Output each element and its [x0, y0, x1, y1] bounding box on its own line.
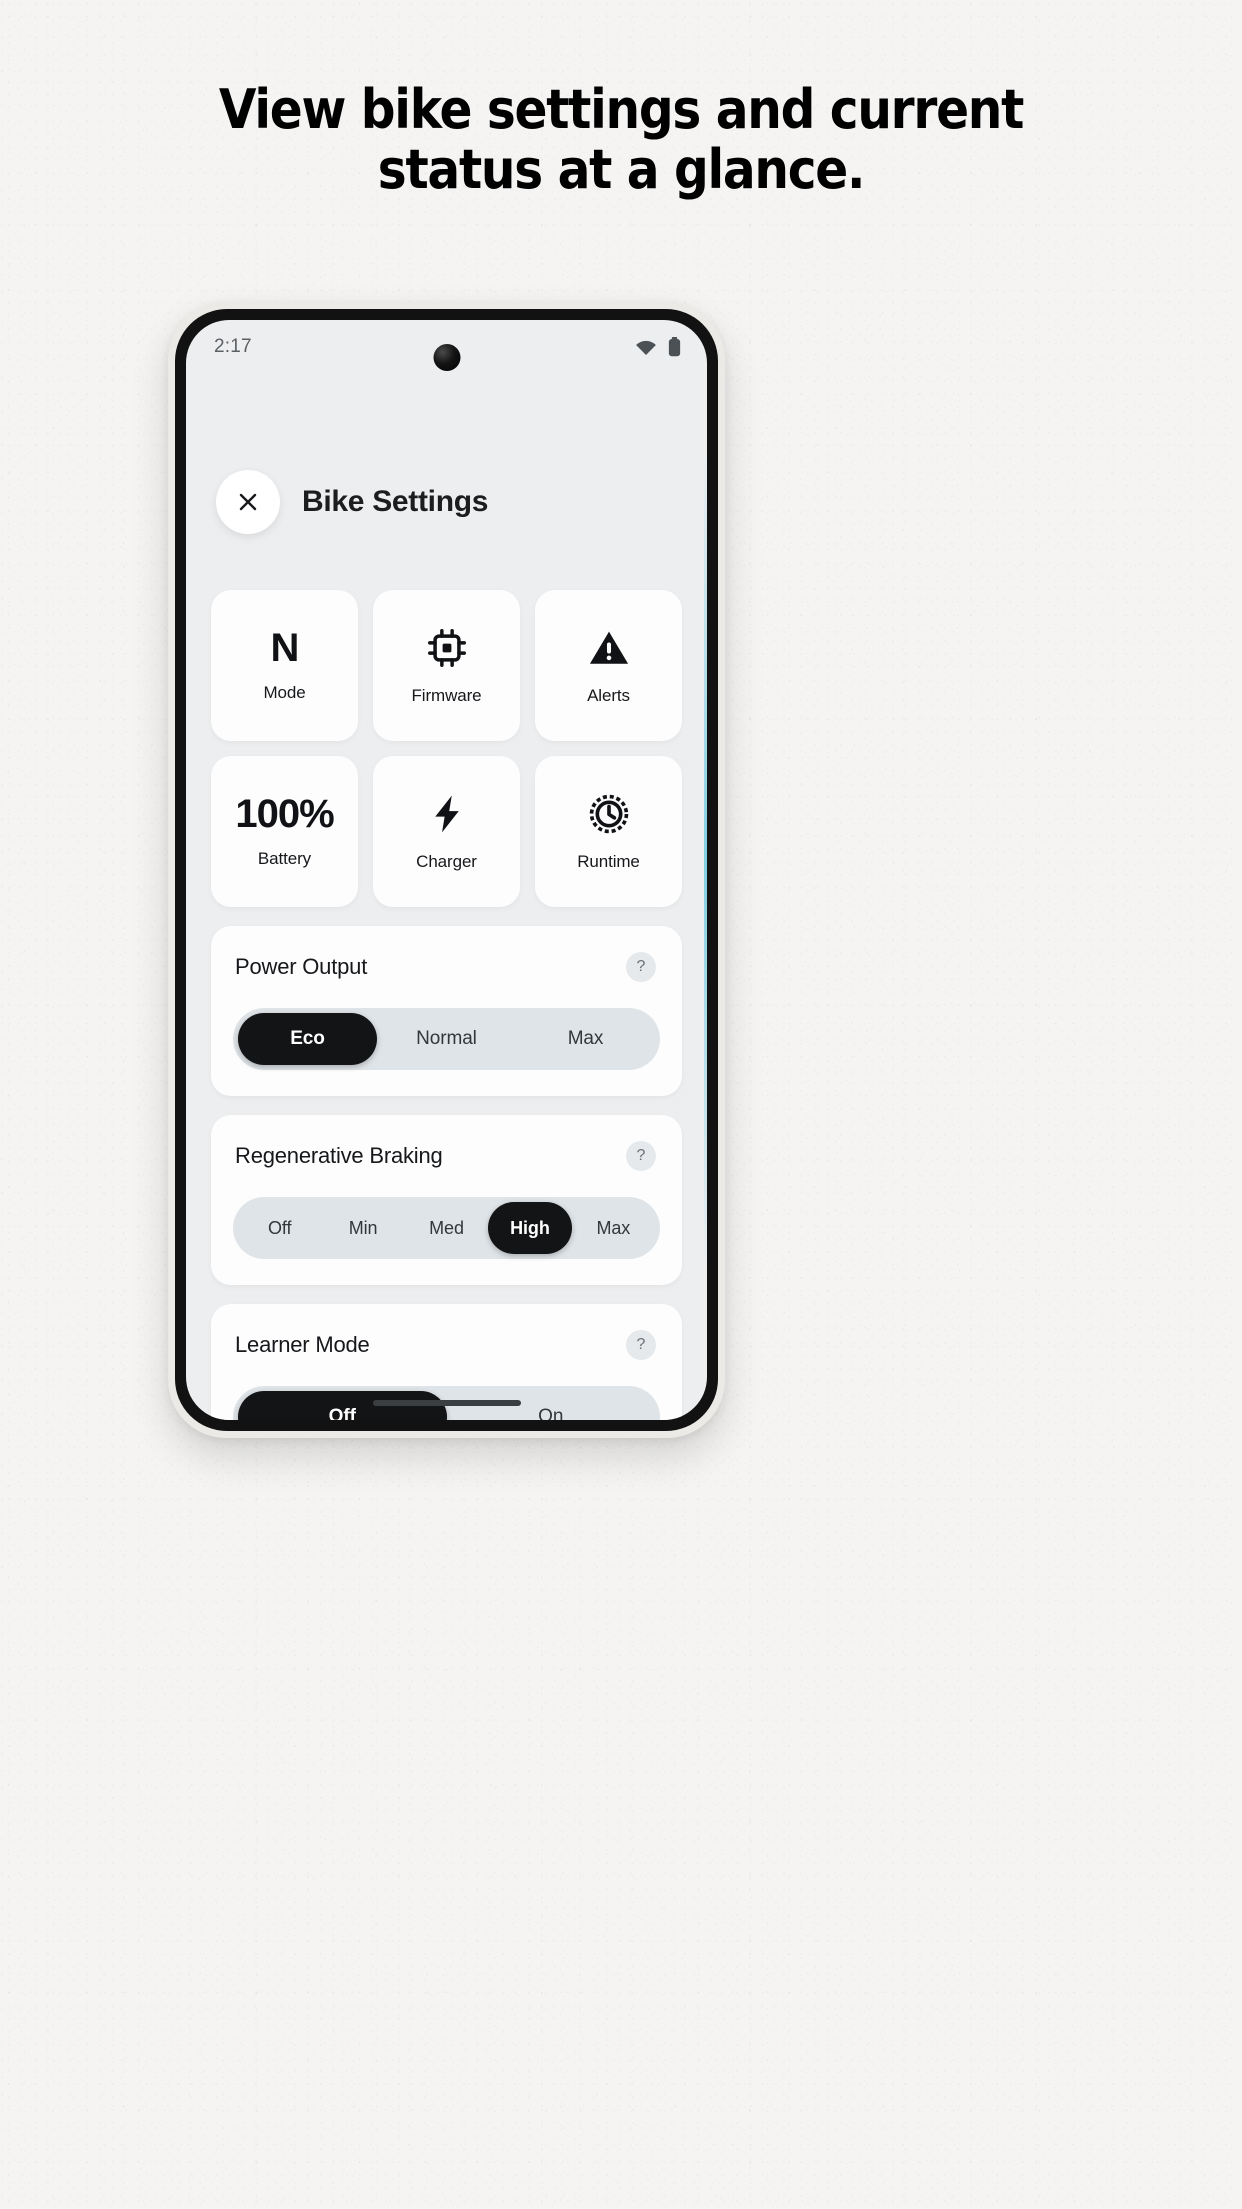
segment-normal[interactable]: Normal: [377, 1013, 516, 1065]
card-regenerative-braking: Regenerative Braking ? Off Min Med High …: [211, 1115, 682, 1285]
tile-label: Battery: [257, 849, 312, 868]
app-header: Bike Settings: [186, 374, 707, 534]
tile-alerts[interactable]: Alerts: [535, 590, 682, 741]
close-icon: [236, 490, 260, 514]
card-header: Regenerative Braking ?: [233, 1141, 660, 1171]
headline-line-2: status at a glance.: [377, 138, 866, 202]
segment-high[interactable]: High: [488, 1202, 572, 1254]
tile-label: Firmware: [411, 686, 482, 705]
tile-mode[interactable]: N Mode: [211, 590, 358, 741]
gauge-clock-icon: [586, 791, 632, 837]
segment-med[interactable]: Med: [405, 1202, 488, 1254]
tile-firmware[interactable]: Firmware: [373, 590, 520, 741]
tile-label: Charger: [416, 852, 477, 871]
card-header: Power Output ?: [233, 952, 660, 982]
segment-max[interactable]: Max: [516, 1013, 655, 1065]
segment-off[interactable]: Off: [238, 1202, 321, 1254]
segment-min[interactable]: Min: [321, 1202, 404, 1254]
screen-edge-fringe: [704, 460, 707, 1260]
power-output-segmented-control[interactable]: Eco Normal Max: [233, 1008, 660, 1070]
close-button[interactable]: [216, 470, 280, 534]
settings-cards: Power Output ? Eco Normal Max Regenerati…: [186, 907, 707, 1420]
tile-runtime[interactable]: Runtime: [535, 756, 682, 907]
card-title: Power Output: [235, 954, 368, 979]
mode-value: N: [270, 626, 300, 670]
card-title: Regenerative Braking: [235, 1143, 443, 1168]
tile-charger[interactable]: Charger: [373, 756, 520, 907]
tile-label: Alerts: [587, 686, 630, 705]
phone-screen: 2:17 Bike Settings N Mode Firmware Alert…: [186, 320, 707, 1420]
phone-frame: 2:17 Bike Settings N Mode Firmware Alert…: [175, 309, 718, 1431]
status-bar: 2:17: [186, 320, 707, 374]
app-scroll-area[interactable]: 2:17 Bike Settings N Mode Firmware Alert…: [186, 320, 707, 1420]
help-icon[interactable]: ?: [626, 1141, 656, 1171]
tile-battery[interactable]: 100% Battery: [211, 756, 358, 907]
phone-mockup: 2:17 Bike Settings N Mode Firmware Alert…: [168, 302, 725, 1438]
help-icon[interactable]: ?: [626, 1330, 656, 1360]
page-headline: View bike settings and current status at…: [62, 78, 1180, 202]
home-indicator[interactable]: [372, 1400, 521, 1406]
help-icon[interactable]: ?: [626, 952, 656, 982]
segment-max[interactable]: Max: [572, 1202, 655, 1254]
segment-eco[interactable]: Eco: [238, 1013, 377, 1065]
stat-tile-grid: N Mode Firmware Alerts 100% Battery Char…: [186, 534, 707, 907]
chip-icon: [425, 625, 469, 671]
battery-value: 100%: [235, 792, 334, 836]
card-header: Learner Mode ?: [233, 1330, 660, 1360]
tile-label: Mode: [263, 683, 306, 702]
tile-label: Runtime: [577, 852, 640, 871]
regen-braking-segmented-control[interactable]: Off Min Med High Max: [233, 1197, 660, 1259]
status-time: 2:17: [214, 336, 252, 357]
card-title: Learner Mode: [235, 1332, 370, 1357]
battery-icon: [668, 337, 681, 357]
bolt-icon: [425, 791, 469, 837]
headline-line-1: View bike settings and current: [218, 78, 1024, 141]
wifi-icon: [635, 339, 657, 356]
camera-punch-hole: [433, 344, 460, 371]
warning-icon: [587, 625, 631, 671]
page-title: Bike Settings: [302, 485, 489, 518]
card-power-output: Power Output ? Eco Normal Max: [211, 926, 682, 1096]
status-icons: [635, 337, 681, 357]
